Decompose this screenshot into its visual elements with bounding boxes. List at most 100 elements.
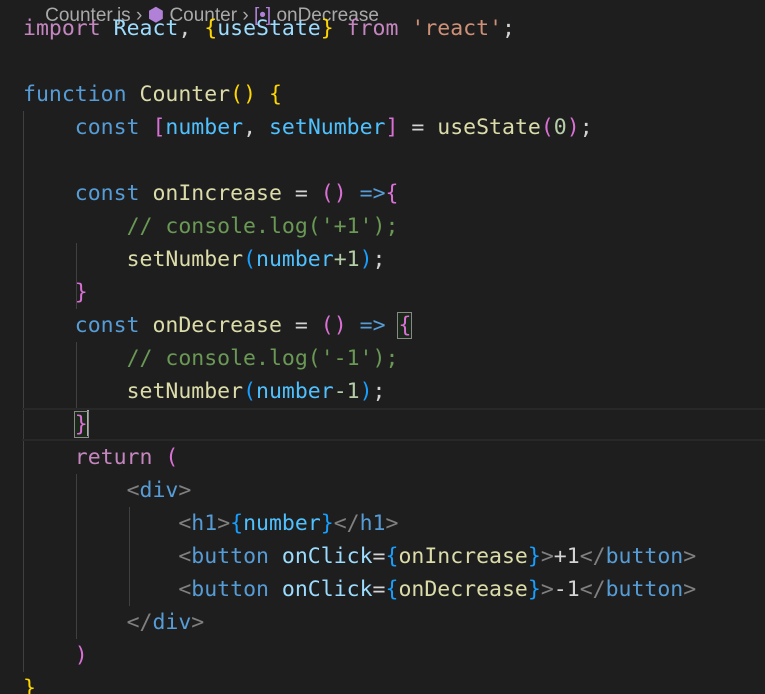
code-line-19: </div> (0, 606, 765, 639)
code-token: onClick (281, 577, 373, 602)
code-token: ; (372, 247, 386, 272)
code-token: ) (243, 82, 257, 107)
code-token: < (178, 577, 192, 602)
code-token: < (178, 511, 192, 536)
code-token: useState (437, 115, 541, 140)
code-token: button (605, 544, 684, 569)
code-token: h1 (191, 511, 218, 536)
code-token: ; (372, 379, 386, 404)
code-token: onIncrease (152, 181, 282, 206)
code-token: } (527, 544, 541, 569)
code-token: } (527, 577, 541, 602)
code-token: 0 (553, 115, 567, 140)
code-token: < (178, 544, 192, 569)
code-token: { (385, 181, 399, 206)
code-token: setNumber (126, 379, 244, 404)
code-token: // console.log('-1'); (126, 346, 399, 371)
code-token: , (178, 16, 205, 41)
code-token: from (346, 16, 399, 41)
breadcrumb: Counter.js › ⬢ Counter › [•] onDecrease (45, 5, 379, 26)
code-line-21: } (0, 672, 765, 694)
code-token: </ (333, 511, 360, 536)
code-editor[interactable]: Counter.js › ⬢ Counter › [•] onDecrease … (0, 0, 765, 694)
code-token: { (385, 577, 399, 602)
code-token: ) (566, 115, 580, 140)
code-token: ; (502, 16, 515, 41)
code-token: ; (579, 115, 593, 140)
code-line-10: const onDecrease = () => { (0, 309, 765, 342)
code-token: setNumber (268, 115, 386, 140)
code-token: > (540, 544, 554, 569)
code-line-8: setNumber(number+1); (0, 243, 765, 276)
code-token: setNumber (126, 247, 244, 272)
code-token: } (320, 16, 334, 41)
code-token: // console.log('+1'); (126, 214, 399, 239)
code-token: , (243, 115, 269, 140)
code-line-16: <h1>{number}</h1> (0, 507, 765, 540)
code-line-13-current: } (0, 408, 765, 441)
code-token: ) (333, 313, 347, 338)
code-line-20: ) (0, 639, 765, 672)
code-token: number (243, 511, 321, 536)
code-token: h1 (359, 511, 386, 536)
code-token: button (191, 577, 269, 602)
code-token: > (385, 511, 399, 536)
matched-bracket-open: { (397, 312, 413, 339)
code-token: > (683, 577, 697, 602)
code-line-11: // console.log('-1'); (0, 342, 765, 375)
code-token: [ (152, 115, 166, 140)
code-token: => (359, 181, 386, 206)
code-token: = (281, 181, 321, 206)
code-token: ) (333, 181, 347, 206)
code-token: { (230, 511, 244, 536)
code-token: 'react' (411, 16, 503, 41)
code-token: </ (579, 544, 606, 569)
code-token: = (398, 115, 438, 140)
code-area[interactable]: import React, {useState} from 'react'; f… (0, 12, 765, 694)
code-token: ( (230, 82, 244, 107)
code-token: onClick (281, 544, 373, 569)
code-token: > (191, 610, 205, 635)
code-token: -1 (333, 379, 360, 404)
code-line-6: const onIncrease = () =>{ (0, 177, 765, 210)
code-token: ( (320, 181, 334, 206)
code-line-15: <div> (0, 474, 765, 507)
code-token: const (74, 115, 140, 140)
code-token: = (372, 544, 386, 569)
code-line-4: const [number, setNumber] = useState(0); (0, 111, 765, 144)
code-token: ) (359, 247, 373, 272)
code-token: number (256, 379, 334, 404)
code-token: button (191, 544, 269, 569)
code-token: -1 (553, 577, 580, 602)
code-token: > (540, 577, 554, 602)
code-token: +1 (333, 247, 360, 272)
code-token: > (683, 544, 697, 569)
code-token: import (23, 16, 101, 41)
code-token: => (359, 313, 386, 338)
code-token: = (281, 313, 321, 338)
code-line-17: <button onClick={onIncrease}>+1</button> (0, 540, 765, 573)
code-token: </ (579, 577, 606, 602)
code-token: } (74, 280, 88, 305)
